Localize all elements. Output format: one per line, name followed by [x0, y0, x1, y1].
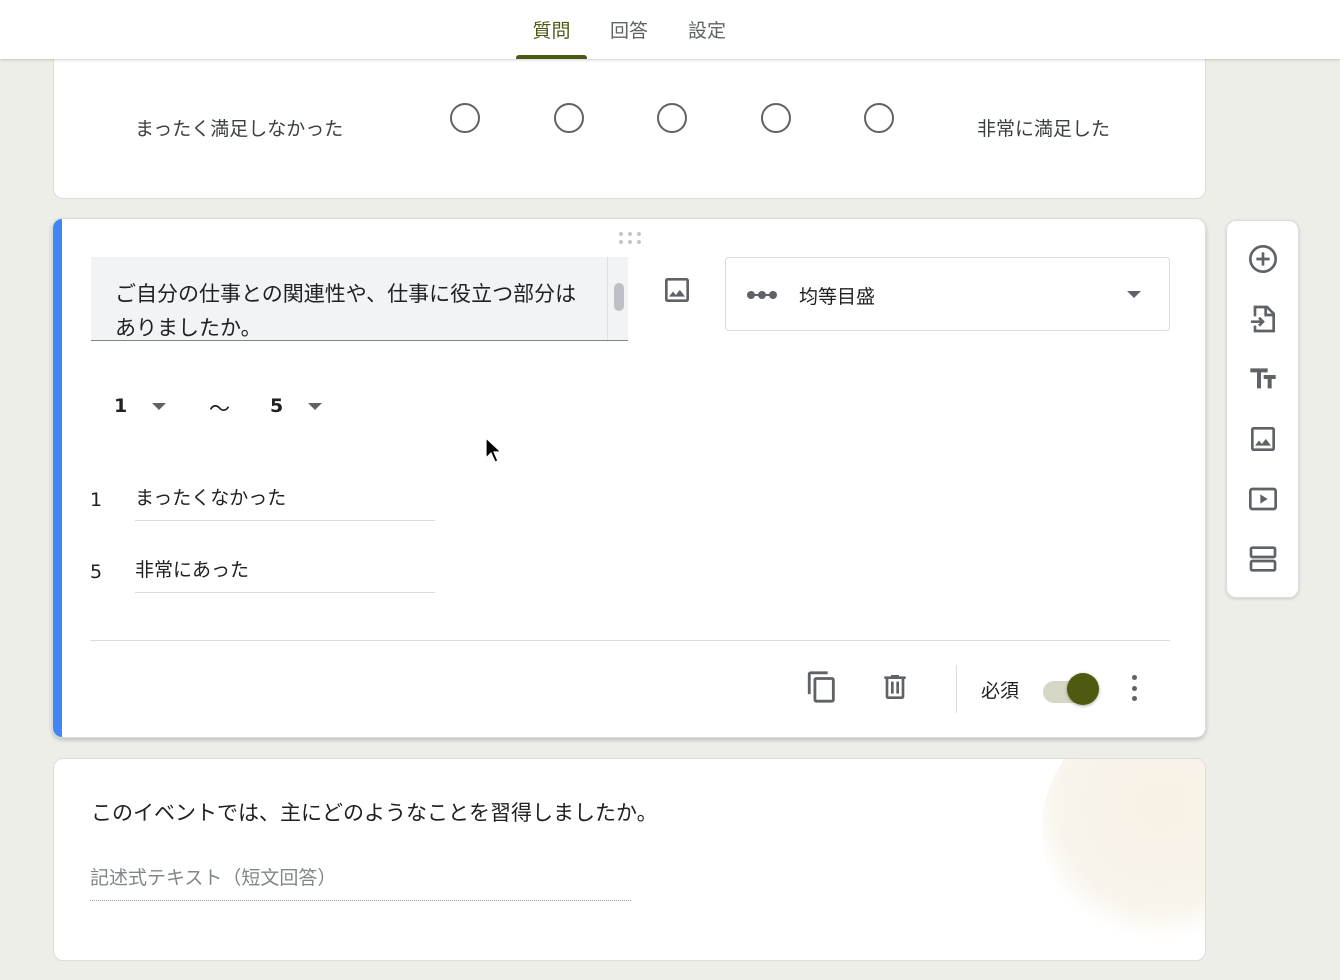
active-question-card[interactable]: ご自分の仕事との関連性や、仕事に役立つ部分はありましたか。 均等目盛 1 〜 5…	[52, 218, 1206, 738]
title-scrollbar[interactable]	[614, 283, 624, 311]
label-min-input[interactable]: まったくなかった	[135, 481, 435, 521]
scale-radio-5[interactable]	[864, 103, 894, 133]
add-section-icon[interactable]	[1247, 543, 1279, 575]
side-toolbar	[1226, 220, 1299, 598]
required-toggle-knob[interactable]	[1067, 673, 1099, 705]
label-max-input[interactable]: 非常にあった	[135, 553, 435, 593]
import-questions-icon[interactable]	[1247, 303, 1279, 335]
add-image-icon[interactable]	[661, 274, 693, 306]
active-tab-indicator	[516, 55, 587, 59]
watermark-decoration	[1042, 759, 1205, 949]
scale-radio-3[interactable]	[657, 103, 687, 133]
active-card-indicator	[53, 219, 62, 737]
add-title-icon[interactable]	[1247, 363, 1279, 395]
tab-settings[interactable]: 設定	[680, 0, 734, 59]
card-footer-divider	[90, 640, 1170, 641]
add-video-icon[interactable]	[1247, 483, 1279, 515]
more-options-icon[interactable]	[1126, 673, 1142, 703]
scale-high-label: 非常に満足した	[977, 118, 1111, 140]
next-question-title[interactable]: このイベントでは、主にどのようなことを習得しましたか。	[91, 797, 658, 827]
top-tab-bar: 質問 回答 設定	[0, 0, 1340, 59]
prev-question-card[interactable]: まったく満足しなかった 非常に満足した	[53, 40, 1206, 199]
label-max-number: 5	[90, 561, 103, 583]
add-question-icon[interactable]	[1247, 243, 1279, 275]
linear-scale-icon	[746, 285, 778, 309]
footer-vertical-divider	[956, 665, 957, 713]
question-type-dropdown[interactable]: 均等目盛	[725, 257, 1170, 331]
next-question-card[interactable]: このイベントでは、主にどのようなことを習得しましたか。 記述式テキスト（短文回答…	[53, 758, 1206, 961]
range-separator: 〜	[209, 397, 230, 421]
question-title-text[interactable]: ご自分の仕事との関連性や、仕事に役立つ部分はありましたか。	[115, 277, 585, 340]
label-min-number: 1	[90, 489, 103, 511]
question-title-field[interactable]: ご自分の仕事との関連性や、仕事に役立つ部分はありましたか。	[91, 257, 628, 341]
scale-radio-4[interactable]	[761, 103, 791, 133]
scale-radio-1[interactable]	[450, 103, 480, 133]
scale-low-label: まったく満足しなかった	[135, 118, 344, 140]
mouse-pointer-icon	[485, 436, 503, 463]
short-answer-placeholder: 記述式テキスト（短文回答）	[90, 863, 631, 901]
drag-handle-icon[interactable]	[619, 232, 643, 244]
question-type-label: 均等目盛	[799, 286, 876, 308]
duplicate-icon[interactable]	[805, 669, 839, 709]
range-min-caret-icon[interactable]	[152, 403, 166, 410]
delete-icon[interactable]	[879, 669, 911, 709]
chevron-down-icon	[1127, 291, 1141, 298]
scale-radio-2[interactable]	[554, 103, 584, 133]
range-min-select[interactable]: 1	[114, 395, 127, 417]
tab-responses[interactable]: 回答	[602, 0, 656, 59]
add-image-toolbar-icon[interactable]	[1247, 423, 1279, 455]
required-label: 必須	[981, 680, 1020, 702]
tab-questions[interactable]: 質問	[516, 0, 587, 59]
title-scroll-track	[607, 257, 608, 340]
range-max-select[interactable]: 5	[270, 395, 283, 417]
range-max-caret-icon[interactable]	[308, 403, 322, 410]
